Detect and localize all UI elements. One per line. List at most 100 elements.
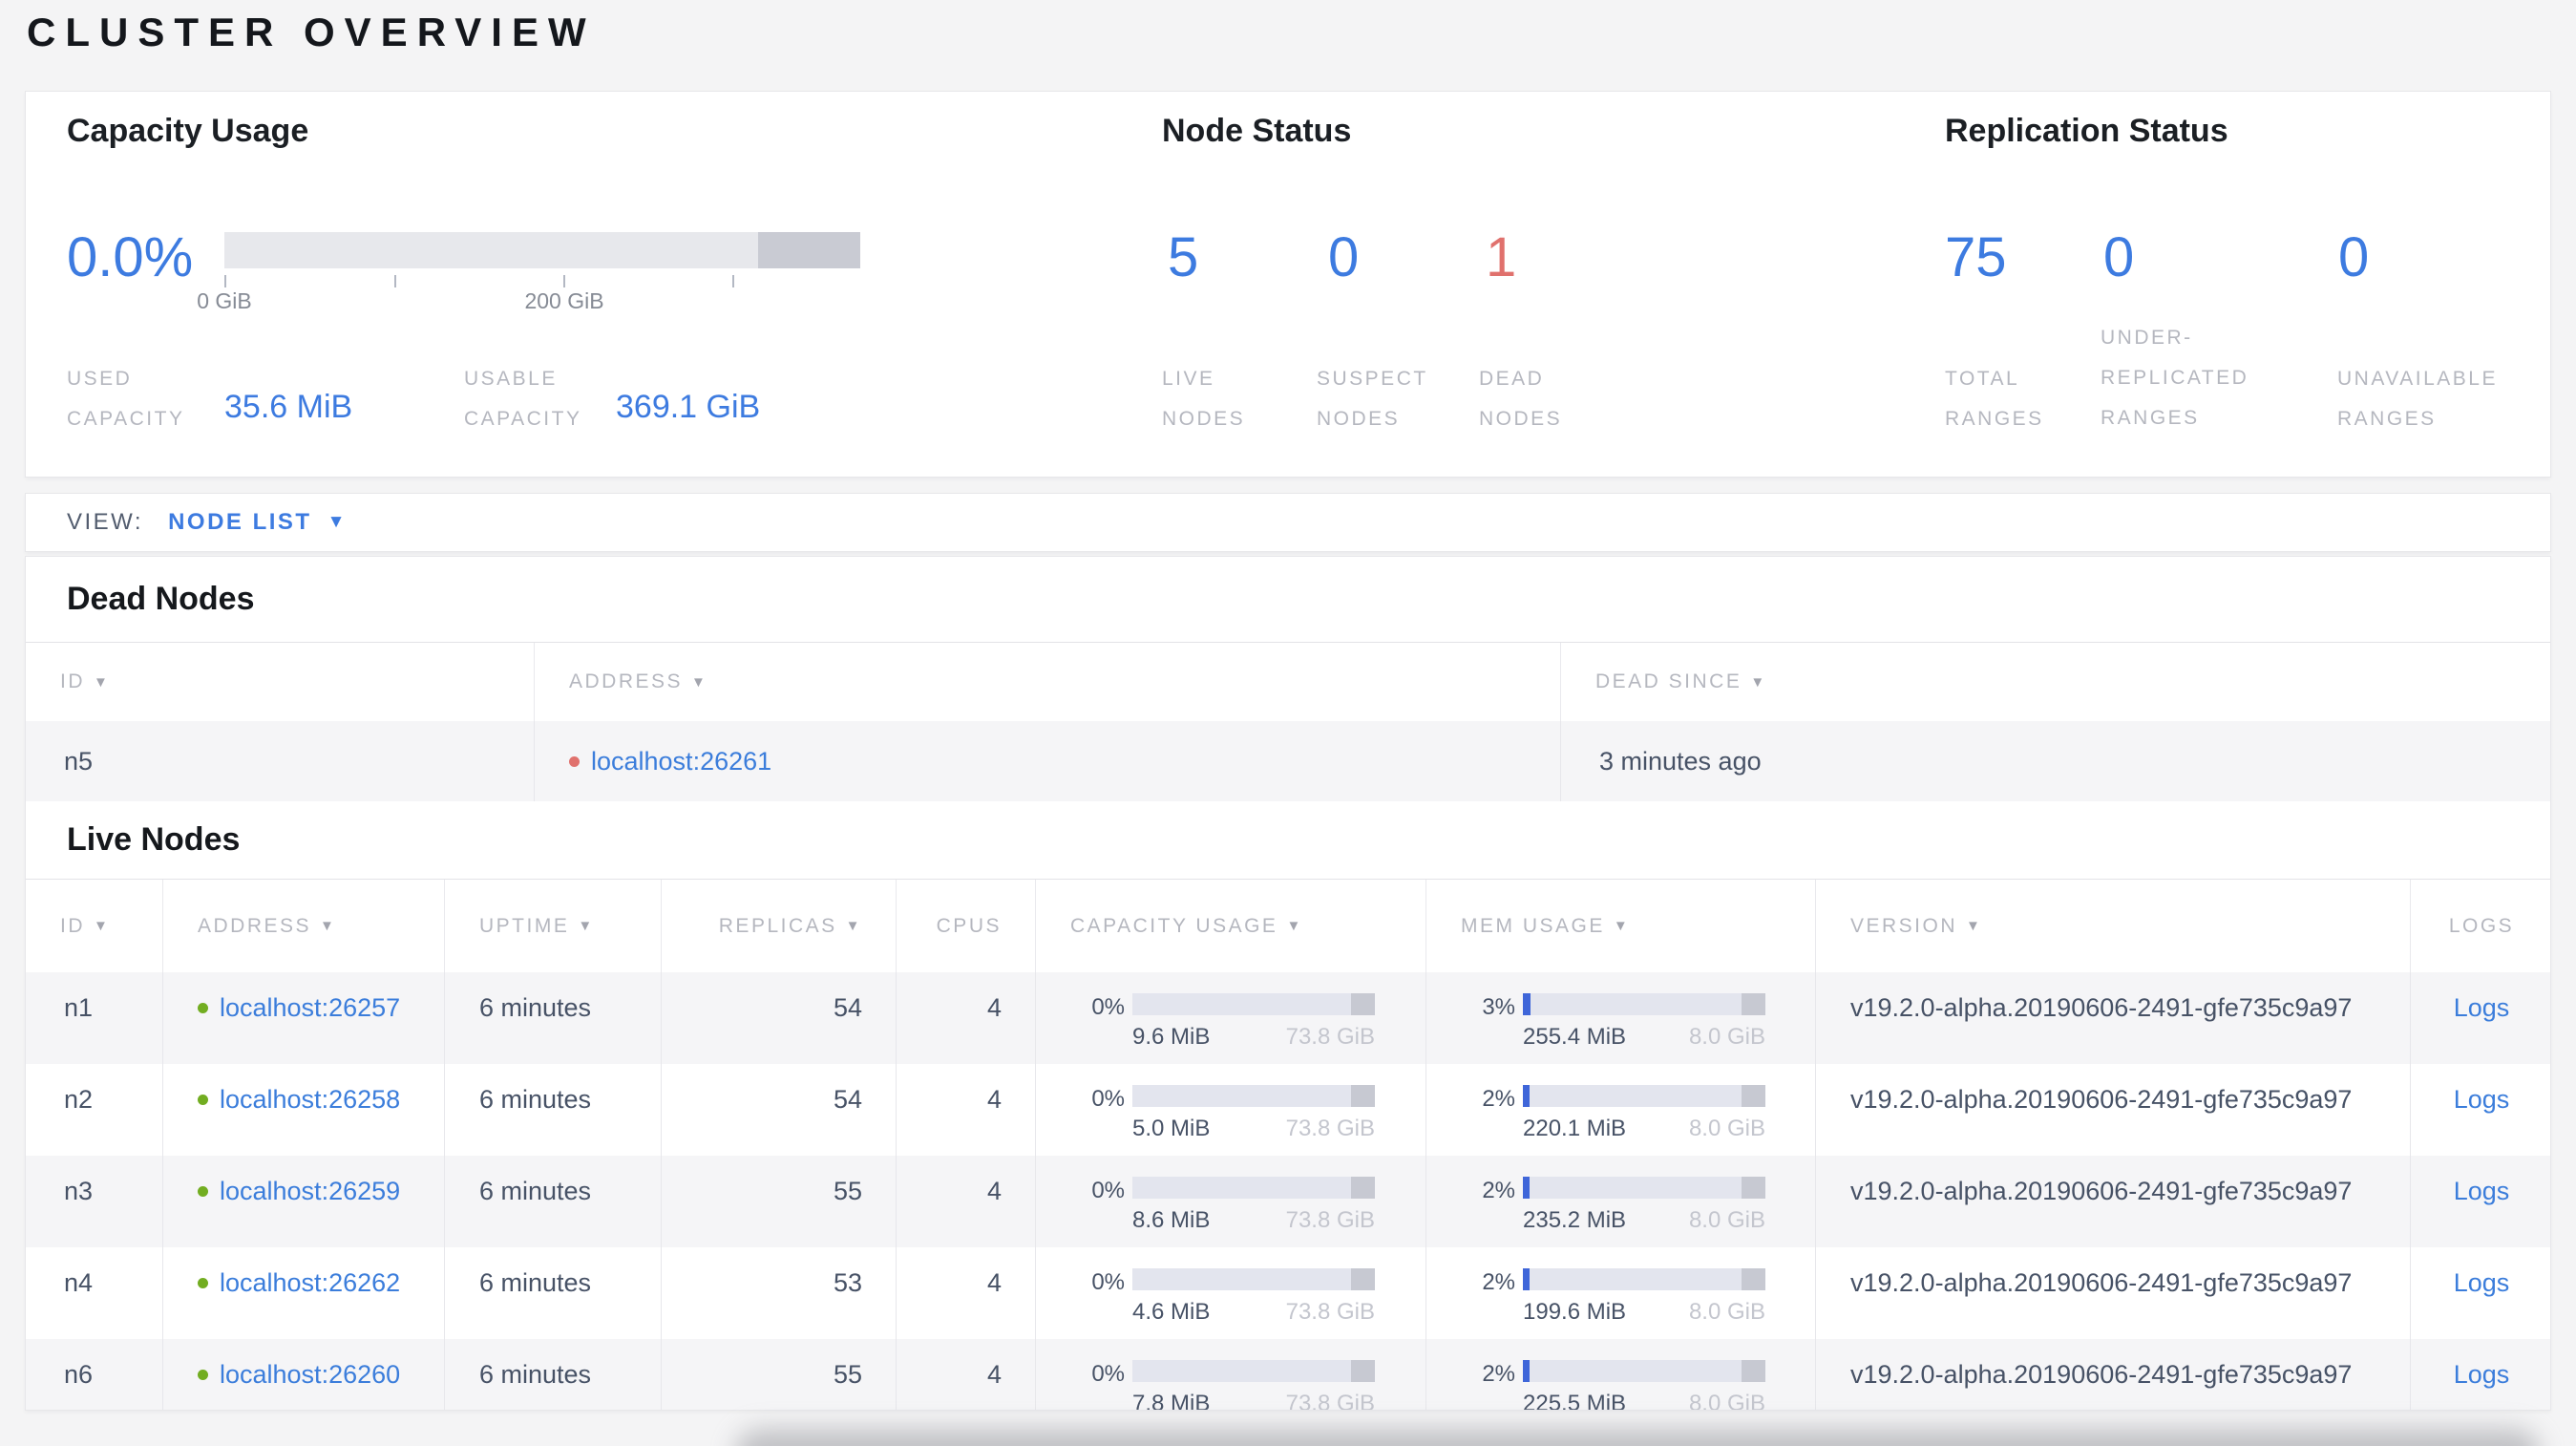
mem-usage-bar <box>1523 1085 1765 1107</box>
sort-descending-icon: ▼ <box>1286 918 1303 934</box>
replicas-cell: 55 <box>662 1156 897 1247</box>
capacity-usage-used-value: 5.0 MiB <box>1132 1116 1211 1141</box>
unavailable-ranges-count: 0 <box>2338 226 2370 288</box>
address-link[interactable]: localhost:26260 <box>220 1360 400 1390</box>
mem-usage-used-value: 235.2 MiB <box>1523 1207 1627 1233</box>
mem-usage-bar <box>1523 1268 1765 1290</box>
under-replicated-label: UNDER-REPLICATED RANGES <box>2101 327 2249 429</box>
uptime-cell: 6 minutes <box>445 1064 662 1156</box>
column-header-replicas[interactable]: REPLICAS ▼ <box>662 880 897 972</box>
column-header-label: ADDRESS <box>569 670 684 692</box>
page-title: CLUSTER OVERVIEW <box>27 10 596 54</box>
chevron-down-icon: ▼ <box>327 512 348 532</box>
version-cell: v19.2.0-alpha.20190606-2491-gfe735c9a97 <box>1816 1339 2411 1410</box>
dead-node-row: n5 localhost:26261 3 minutes ago <box>26 721 2550 801</box>
address-link[interactable]: localhost:26259 <box>220 1177 400 1206</box>
view-label: VIEW: <box>67 509 144 535</box>
logs-link[interactable]: Logs <box>2454 1360 2510 1389</box>
column-header-label: UPTIME <box>479 914 570 937</box>
live-status-dot <box>198 1003 208 1013</box>
logs-cell: Logs <box>2411 1247 2550 1339</box>
mem-usage-bar-endcap <box>1741 1360 1765 1382</box>
used-capacity-value: 35.6 MiB <box>224 389 353 425</box>
address-cell: localhost:26259 <box>163 1156 445 1247</box>
capacity-bar-endcap <box>758 232 860 268</box>
node-id-cell: n2 <box>26 1064 163 1156</box>
mem-usage: 3% 255.4 MiB 8.0 GiB <box>1426 972 1816 1064</box>
address-link[interactable]: localhost:26262 <box>220 1268 400 1298</box>
address-cell: localhost:26260 <box>163 1339 445 1410</box>
live-node-row: n4 localhost:26262 6 minutes 53 4 0% 4.6 MiB 73… <box>26 1247 2550 1339</box>
column-header-label: ID <box>60 670 85 692</box>
column-header-address[interactable]: ADDRESS ▼ <box>163 880 445 972</box>
logs-link[interactable]: Logs <box>2454 1268 2510 1297</box>
version-cell: v19.2.0-alpha.20190606-2491-gfe735c9a97 <box>1816 972 2411 1064</box>
live-nodes-table-body: n1 localhost:26257 6 minutes 54 4 0% 9.6 MiB 73… <box>26 972 2550 1411</box>
address-link[interactable]: localhost:26257 <box>220 993 400 1023</box>
mem-usage-percent: 2% <box>1482 1178 1515 1203</box>
capacity-usage-bar-endcap <box>1350 1177 1375 1199</box>
logs-link[interactable]: Logs <box>2454 1177 2510 1205</box>
mem-usage-bar-endcap <box>1741 1177 1765 1199</box>
view-selector-dropdown[interactable]: NODE LIST ▼ <box>168 509 348 536</box>
suspect-nodes-label: SUSPECT NODES <box>1317 368 1428 430</box>
mem-usage-total-value: 8.0 GiB <box>1688 1024 1765 1050</box>
capacity-usage-total-value: 73.8 GiB <box>1285 1024 1375 1050</box>
capacity-usage-percent: 0% <box>1091 994 1125 1020</box>
cluster-overview-page: CLUSTER OVERVIEW Capacity Usage Node Sta… <box>0 0 2576 1446</box>
node-id-cell: n3 <box>26 1156 163 1247</box>
node-status-heading: Node Status <box>1162 113 1352 149</box>
mem-usage-bar-endcap <box>1741 1085 1765 1107</box>
view-bar: VIEW: NODE LIST ▼ <box>25 493 2551 552</box>
column-header-id[interactable]: ID ▼ <box>26 643 535 721</box>
mem-usage-bar-fill <box>1523 1268 1530 1290</box>
address-link[interactable]: localhost:26261 <box>591 747 771 776</box>
column-header-version[interactable]: VERSION ▼ <box>1816 880 2411 972</box>
cpus-cell: 4 <box>897 1247 1036 1339</box>
column-header-dead-since[interactable]: DEAD SINCE ▼ <box>1561 643 2550 721</box>
used-capacity-label: USED CAPACITY <box>67 368 185 430</box>
capacity-usage-bar <box>1132 1360 1375 1382</box>
uptime-cell: 6 minutes <box>445 1339 662 1410</box>
mem-usage-total-value: 8.0 GiB <box>1688 1207 1765 1233</box>
cpus-cell: 4 <box>897 1064 1036 1156</box>
sort-descending-icon: ▼ <box>845 918 862 934</box>
sort-descending-icon: ▼ <box>1613 918 1631 934</box>
capacity-usage-used-value: 9.6 MiB <box>1132 1024 1211 1050</box>
column-header-cpus: CPUS <box>897 880 1036 972</box>
mem-usage-bar-fill <box>1523 1360 1530 1382</box>
column-header-uptime[interactable]: UPTIME ▼ <box>445 880 662 972</box>
logs-link[interactable]: Logs <box>2454 1085 2510 1114</box>
capacity-usage-bar-endcap <box>1350 993 1375 1015</box>
dead-nodes-title: Dead Nodes <box>67 581 255 617</box>
column-header-mem-usage[interactable]: MEM USAGE ▼ <box>1426 880 1816 972</box>
version-cell: v19.2.0-alpha.20190606-2491-gfe735c9a97 <box>1816 1156 2411 1247</box>
uptime-cell: 6 minutes <box>445 1156 662 1247</box>
column-header-label: REPLICAS <box>718 914 837 937</box>
live-node-row: n6 localhost:26260 6 minutes 55 4 0% 7.8 MiB 73… <box>26 1339 2550 1411</box>
logs-link[interactable]: Logs <box>2454 993 2510 1022</box>
node-id-cell: n6 <box>26 1339 163 1410</box>
capacity-usage: 0% 8.6 MiB 73.8 GiB <box>1036 1156 1426 1247</box>
column-header-label: CPUS <box>936 914 1002 937</box>
dead-nodes-table-header: ID ▼ ADDRESS ▼ DEAD SINCE ▼ <box>26 642 2550 721</box>
live-status-dot <box>198 1186 208 1197</box>
dead-nodes-count: 1 <box>1486 226 1517 288</box>
mem-usage-percent: 3% <box>1482 994 1515 1020</box>
mem-usage-total-value: 8.0 GiB <box>1688 1299 1765 1325</box>
column-header-id[interactable]: ID ▼ <box>26 880 163 972</box>
capacity-usage-bar <box>1132 1085 1375 1107</box>
column-header-label: VERSION <box>1850 914 1958 937</box>
sort-descending-icon: ▼ <box>94 918 111 934</box>
sort-descending-icon: ▼ <box>1750 673 1767 691</box>
address-cell: localhost:26262 <box>163 1247 445 1339</box>
capacity-usage-total-value: 73.8 GiB <box>1285 1391 1375 1411</box>
live-status-dot <box>198 1278 208 1288</box>
capacity-usage: 0% 9.6 MiB 73.8 GiB <box>1036 972 1426 1064</box>
mem-usage-bar-fill <box>1523 1177 1530 1199</box>
column-header-label: ADDRESS <box>198 914 312 937</box>
column-header-capacity-usage[interactable]: CAPACITY USAGE ▼ <box>1036 880 1426 972</box>
suspect-nodes-count: 0 <box>1328 226 1360 288</box>
address-link[interactable]: localhost:26258 <box>220 1085 400 1115</box>
column-header-address[interactable]: ADDRESS ▼ <box>535 643 1561 721</box>
